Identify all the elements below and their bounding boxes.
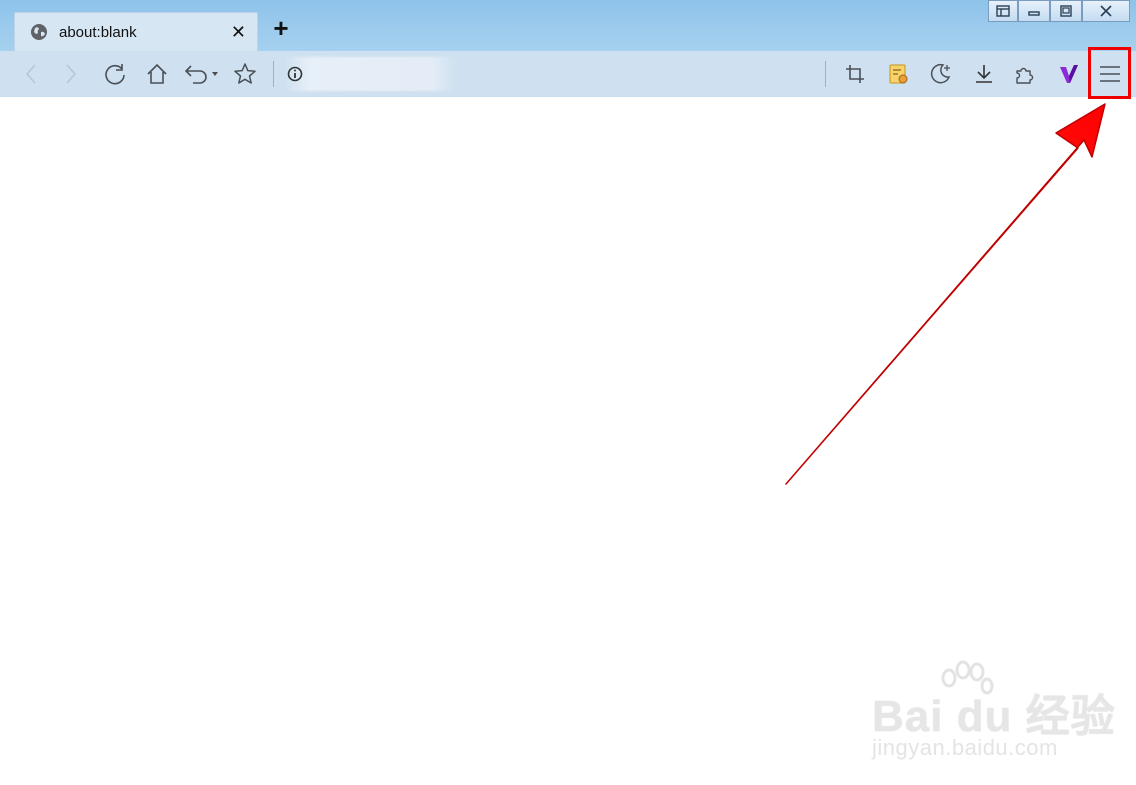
back-icon [25,63,36,84]
notes-icon [889,64,908,83]
close-window-button[interactable] [1082,0,1130,22]
night-mode-button[interactable] [926,51,954,96]
download-icon [976,64,992,83]
favorite-button[interactable] [231,51,259,96]
undo-button[interactable] [182,51,222,96]
home-icon [147,63,167,84]
info-icon [287,66,303,81]
night-mode-icon [930,63,951,83]
toolbar [0,51,1136,96]
favorite-star-icon [234,62,256,84]
layout-button[interactable] [988,0,1018,22]
tab-title: about:blank [59,24,137,41]
v-logo-icon [1060,64,1078,83]
back-button[interactable] [18,51,44,96]
site-info-button[interactable] [286,51,304,96]
new-tab-button[interactable]: + [268,15,294,42]
forward-button[interactable] [58,51,84,96]
screenshot-crop-icon [846,64,864,83]
refresh-icon [105,63,125,84]
toolbar-separator [273,61,274,87]
home-button[interactable] [143,51,171,96]
notes-button[interactable] [884,51,912,96]
close-icon [1100,5,1112,17]
maximize-icon [1060,5,1072,17]
globe-icon [31,24,47,40]
tab-about-blank[interactable]: about:blank ✕ [14,12,258,51]
toolbar-separator [825,61,826,87]
address-bar[interactable] [284,57,456,91]
screenshot-button[interactable] [841,51,869,96]
extensions-icon [1016,67,1034,84]
browser-frame: about:blank ✕ + [0,0,1136,97]
menu-highlight-box [1088,47,1131,99]
maximize-button[interactable] [1050,0,1082,22]
tab-close-icon[interactable]: ✕ [231,22,246,42]
minimize-icon [1028,11,1040,16]
v-extension-button[interactable] [1055,51,1083,96]
download-button[interactable] [970,51,998,96]
minimize-button[interactable] [1018,0,1050,22]
extensions-button[interactable] [1011,51,1039,96]
refresh-button[interactable] [101,51,129,96]
layout-icon [996,5,1010,17]
forward-icon [66,63,77,84]
undo-icon [184,64,218,84]
watermark-url: jingyan.baidu.com [872,735,1058,760]
